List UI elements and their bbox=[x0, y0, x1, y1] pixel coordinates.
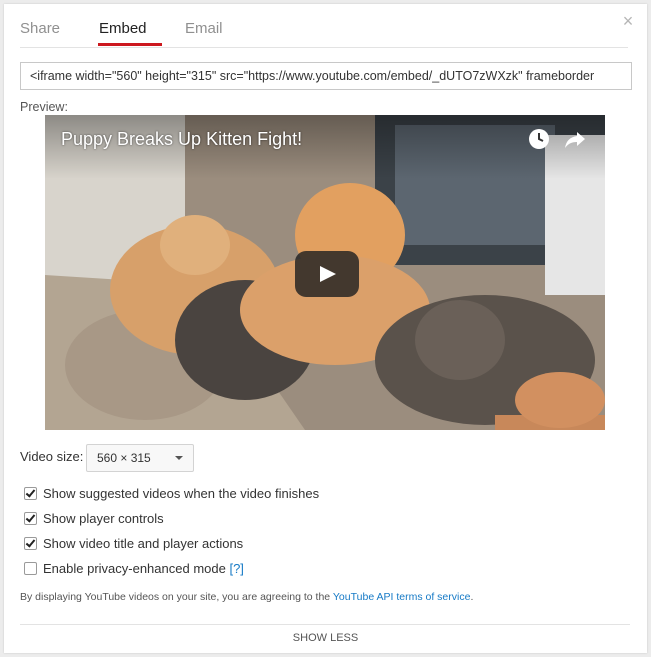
option-privacy-mode-label: Enable privacy-enhanced mode bbox=[43, 561, 226, 576]
clock-icon[interactable] bbox=[527, 127, 551, 151]
video-player[interactable]: Puppy Breaks Up Kitten Fight! bbox=[45, 115, 605, 430]
share-icon[interactable] bbox=[563, 127, 587, 151]
terms-suffix: . bbox=[470, 591, 474, 603]
video-size-value: 560 × 315 bbox=[97, 451, 151, 465]
checkbox-player-controls[interactable] bbox=[24, 512, 37, 525]
tab-email[interactable]: Email bbox=[185, 20, 223, 37]
checkbox-title-actions[interactable] bbox=[24, 537, 37, 550]
option-player-controls-label: Show player controls bbox=[43, 511, 164, 526]
tab-bar: Share Embed Email bbox=[20, 4, 628, 48]
play-button[interactable] bbox=[295, 251, 359, 297]
embed-code-field[interactable]: <iframe width="560" height="315" src="ht… bbox=[20, 62, 632, 90]
checkbox-suggested-videos[interactable] bbox=[24, 487, 37, 500]
chevron-down-icon bbox=[175, 456, 183, 460]
tab-share[interactable]: Share bbox=[20, 20, 60, 37]
video-size-label: Video size: bbox=[20, 449, 84, 464]
preview-label: Preview: bbox=[20, 100, 68, 114]
play-icon bbox=[320, 266, 336, 282]
checkbox-privacy-mode[interactable] bbox=[24, 562, 37, 575]
terms-link[interactable]: YouTube API terms of service bbox=[333, 591, 471, 603]
video-title[interactable]: Puppy Breaks Up Kitten Fight! bbox=[61, 129, 302, 150]
terms-notice: By displaying YouTube videos on your sit… bbox=[20, 591, 473, 603]
embed-dialog: × Share Embed Email <iframe width="560" … bbox=[4, 4, 647, 653]
show-less-button[interactable]: SHOW LESS bbox=[4, 632, 647, 644]
privacy-help-link[interactable]: [?] bbox=[229, 561, 243, 576]
terms-prefix: By displaying YouTube videos on your sit… bbox=[20, 591, 331, 603]
active-tab-indicator bbox=[98, 43, 162, 46]
tab-embed[interactable]: Embed bbox=[99, 20, 147, 37]
option-suggested-videos-label: Show suggested videos when the video fin… bbox=[43, 486, 320, 501]
video-size-dropdown[interactable]: 560 × 315 bbox=[86, 444, 194, 472]
footer-divider bbox=[20, 624, 630, 625]
option-privacy-mode-label-row: Enable privacy-enhanced mode [?] bbox=[43, 561, 244, 576]
option-title-actions-label: Show video title and player actions bbox=[43, 536, 244, 551]
